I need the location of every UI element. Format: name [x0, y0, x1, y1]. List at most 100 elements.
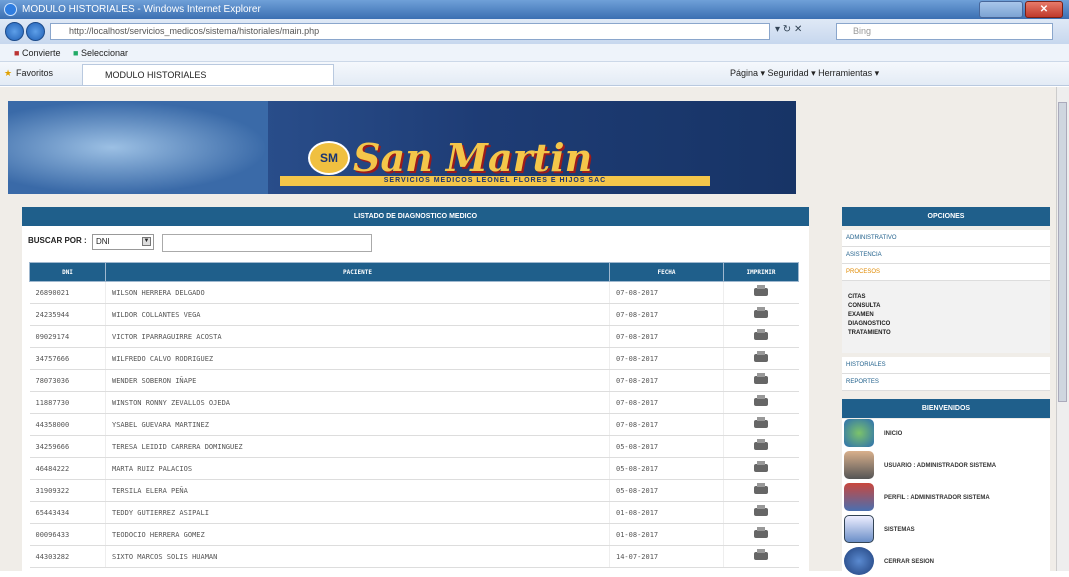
cell-paciente: WENDER SOBERON IÑAPE [105, 369, 610, 392]
cell-dni: 34259666 [29, 435, 106, 458]
cell-fecha: 07-08-2017 [609, 347, 724, 370]
print-icon[interactable] [754, 284, 769, 296]
cell-dni: 00096433 [29, 523, 106, 546]
table-row: 11887730 WINSTON RONNY ZEVALLOS OJEDA 07-0… [29, 391, 799, 414]
table-row: 44303282 SIXTO MARCOS SOLIS HUAMAN 14-07-2… [29, 545, 799, 568]
cell-imprimir [723, 479, 799, 502]
cell-dni: 46484222 [29, 457, 106, 480]
submenu-citas[interactable]: CITAS [848, 293, 1050, 302]
menu-administrativo[interactable]: ADMINISTRATIVO [842, 230, 1050, 247]
menu-procesos[interactable]: PROCESOS [842, 264, 1050, 281]
convert-button[interactable]: Convierte [22, 48, 61, 58]
cell-fecha: 07-08-2017 [609, 325, 724, 348]
close-window-button[interactable]: ✕ [1025, 1, 1063, 18]
cell-dni: 44303282 [29, 545, 106, 568]
cell-fecha: 05-08-2017 [609, 457, 724, 480]
menu-asistencia[interactable]: ASISTENCIA [842, 247, 1050, 264]
submenu-examen[interactable]: EXAMEN [848, 311, 1050, 320]
search-by-select[interactable]: DNI ▼ [92, 234, 154, 250]
welcome-perfil: PERFIL : ADMINISTRADOR SISTEMA [844, 483, 1048, 513]
cell-paciente: VICTOR IPARRAGUIRRE ACOSTA [105, 325, 610, 348]
minimize-maximize-buttons[interactable] [979, 1, 1023, 18]
cell-fecha: 01-08-2017 [609, 523, 724, 546]
star-icon: ★ [4, 68, 13, 78]
col-imprimir[interactable]: IMPRIMIR [723, 262, 799, 282]
search-by-value: DNI [96, 237, 110, 246]
command-bar[interactable]: Página ▾ Seguridad ▾ Herramientas ▾ [730, 68, 879, 79]
brand-subtitle: SERVICIOS MEDICOS LEONEL FLORES E HIJOS … [280, 176, 710, 186]
home-icon [844, 419, 874, 447]
select-button[interactable]: Seleccionar [81, 48, 128, 58]
welcome-sistemas[interactable]: SISTEMAS [844, 515, 1048, 545]
cell-fecha: 07-08-2017 [609, 303, 724, 326]
convert-icon: ■ [14, 48, 20, 58]
cell-fecha: 05-08-2017 [609, 479, 724, 502]
cell-imprimir [723, 347, 799, 370]
back-button[interactable] [5, 22, 24, 41]
forward-button[interactable] [26, 22, 45, 41]
cell-dni: 31909322 [29, 479, 106, 502]
submenu-diagnostico[interactable]: DIAGNOSTICO [848, 320, 1050, 329]
print-icon[interactable] [754, 306, 769, 318]
col-dni[interactable]: DNI [29, 262, 106, 282]
print-icon[interactable] [754, 394, 769, 406]
menu-reportes[interactable]: REPORTES [842, 374, 1050, 391]
table-row: 31909322 TERSILA ELERA PEÑA 05-08-2017 [29, 479, 799, 502]
address-input[interactable]: http://localhost/servicios_medicos/siste… [50, 23, 770, 40]
submenu-tratamiento[interactable]: TRATAMIENTO [848, 329, 1050, 338]
print-icon[interactable] [754, 328, 769, 340]
welcome-panel: INICIO USUARIO : ADMINISTRADOR SISTEMA P… [842, 419, 1050, 575]
brand-name: San Martin [353, 135, 593, 180]
search-input[interactable]: Bing [836, 23, 1053, 40]
print-icon[interactable] [754, 504, 769, 516]
cell-imprimir [723, 303, 799, 326]
search-text-input[interactable] [162, 234, 372, 252]
cell-paciente: TEODOCIO HERRERA GOMEZ [105, 523, 610, 546]
welcome-inicio[interactable]: INICIO [844, 419, 1048, 449]
scrollbar-thumb[interactable] [1058, 102, 1067, 402]
windows-icon [844, 515, 874, 543]
cell-imprimir [723, 457, 799, 480]
print-icon[interactable] [754, 438, 769, 450]
welcome-cerrar-sesion[interactable]: CERRAR SESION [844, 547, 1048, 577]
cell-imprimir [723, 545, 799, 568]
window-title: MODULO HISTORIALES - Windows Internet Ex… [22, 4, 261, 15]
table-row: 34757666 WILFREDO CALVO RODRIGUEZ 07-08-20… [29, 347, 799, 370]
cell-paciente: WILFREDO CALVO RODRIGUEZ [105, 347, 610, 370]
cell-paciente: WINSTON RONNY ZEVALLOS OJEDA [105, 391, 610, 414]
refresh-stop-icons[interactable]: ▾ ↻ ✕ [775, 24, 802, 35]
col-fecha[interactable]: FECHA [609, 262, 724, 282]
cell-imprimir [723, 325, 799, 348]
col-paciente[interactable]: PACIENTE [105, 262, 610, 282]
submenu-consulta[interactable]: CONSULTA [848, 302, 1050, 311]
print-icon[interactable] [754, 548, 769, 560]
table-row: 44358000 YSABEL GUEVARA MARTINEZ 07-08-201… [29, 413, 799, 436]
cell-paciente: TEDDY GUTIERREZ ASIPALI [105, 501, 610, 524]
table-row: 34259666 TERESA LEIDID CARRERA DOMINGUEZ 0… [29, 435, 799, 458]
table-row: 24235944 WILDOR COLLANTES VEGA 07-08-2017 [29, 303, 799, 326]
cell-imprimir [723, 413, 799, 436]
cell-paciente: TERESA LEIDID CARRERA DOMINGUEZ [105, 435, 610, 458]
menu-historiales[interactable]: HISTORIALES [842, 357, 1050, 374]
print-icon[interactable] [754, 372, 769, 384]
favorites-button[interactable]: Favoritos [16, 68, 53, 78]
print-icon[interactable] [754, 350, 769, 362]
print-icon[interactable] [754, 416, 769, 428]
table-row: 46484222 MARTA RUIZ PALACIOS 05-08-2017 [29, 457, 799, 480]
cell-dni: 65443434 [29, 501, 106, 524]
welcome-usuario: USUARIO : ADMINISTRADOR SISTEMA [844, 451, 1048, 481]
print-icon[interactable] [754, 526, 769, 538]
site-banner: SM San Martin SERVICIOS MEDICOS LEONEL F… [8, 101, 796, 194]
select-icon: ■ [73, 48, 79, 58]
print-icon[interactable] [754, 482, 769, 494]
print-icon[interactable] [754, 460, 769, 472]
cell-imprimir [723, 435, 799, 458]
cell-paciente: WILSON HERRERA DELGADO [105, 281, 610, 304]
profile-icon [844, 483, 874, 511]
cell-imprimir [723, 369, 799, 392]
cell-imprimir [723, 281, 799, 304]
window-titlebar: MODULO HISTORIALES - Windows Internet Ex… [0, 0, 1069, 19]
cell-paciente: YSABEL GUEVARA MARTINEZ [105, 413, 610, 436]
cell-dni: 09029174 [29, 325, 106, 348]
browser-tab[interactable]: MODULO HISTORIALES [82, 64, 334, 85]
